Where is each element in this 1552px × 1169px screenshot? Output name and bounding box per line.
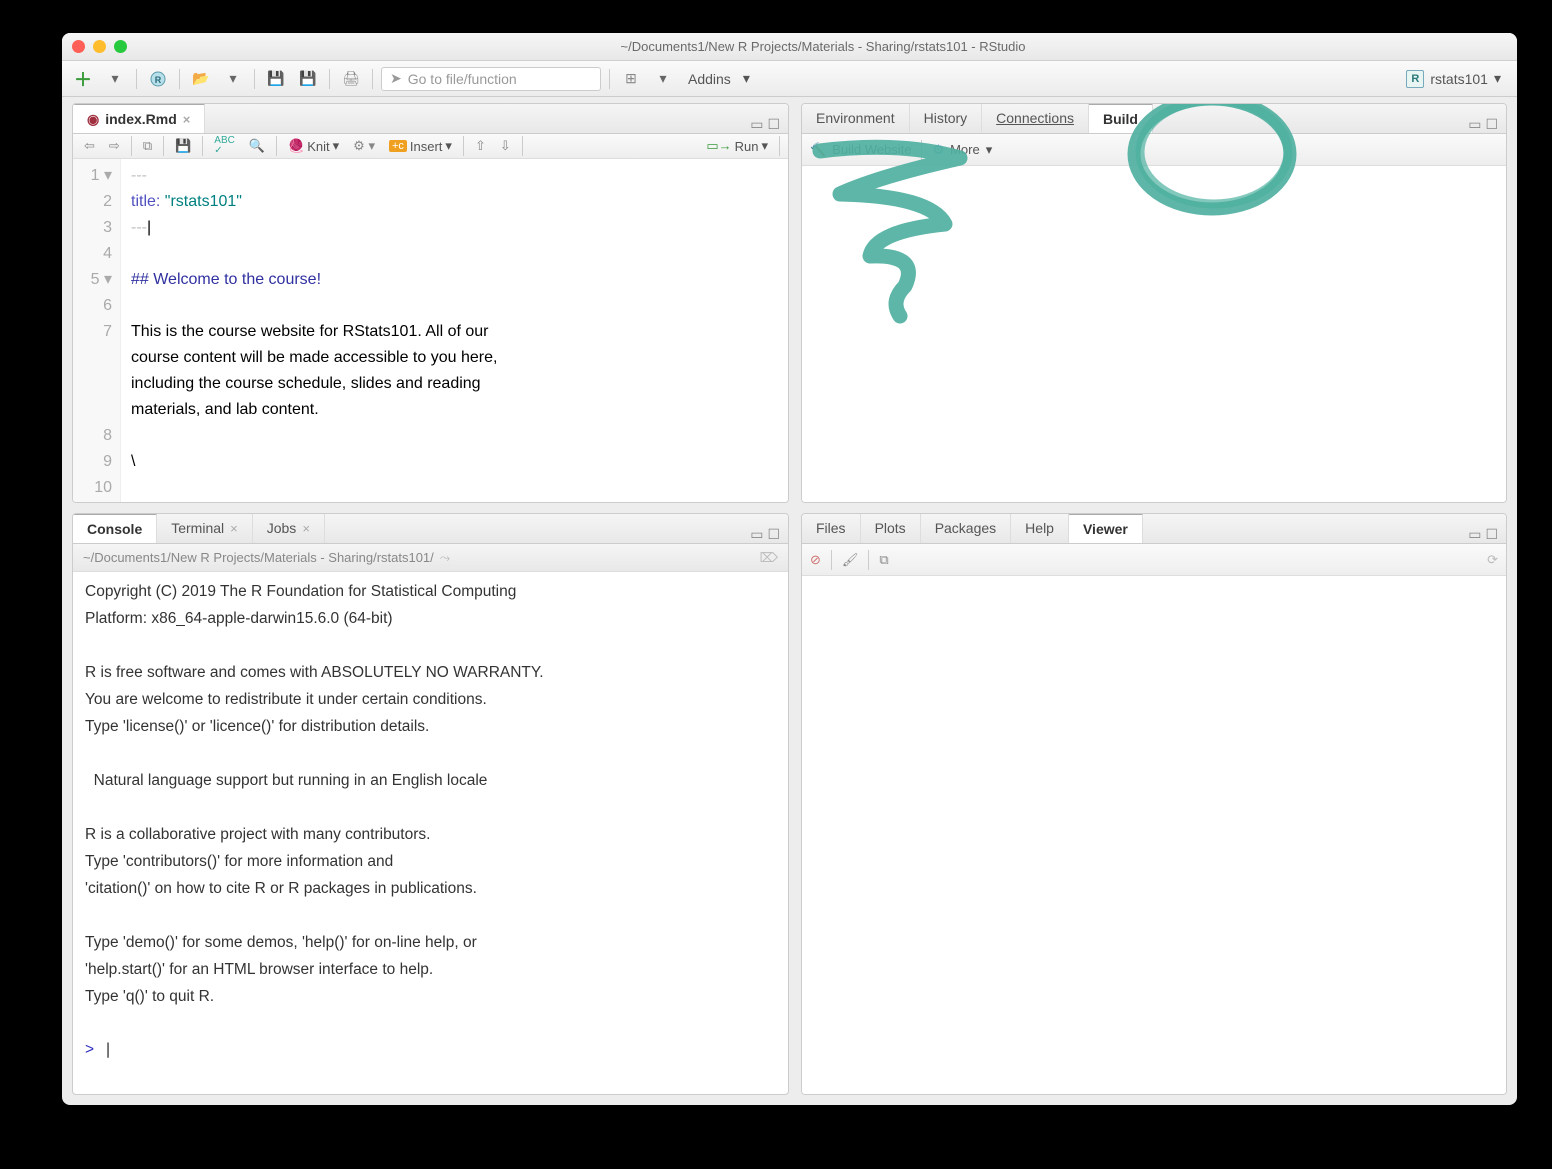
console-path-bar: ~/Documents1/New R Projects/Materials - …	[73, 544, 788, 572]
environment-pane: Environment History Connections Build ▭ …	[801, 103, 1507, 503]
open-file-button[interactable]: 📂	[188, 67, 214, 91]
tab-build[interactable]: Build	[1089, 103, 1153, 133]
go-up-button[interactable]: ⇧	[470, 136, 491, 156]
console-prompt: >	[85, 1041, 94, 1058]
goto-arrow-icon: ➤	[390, 70, 402, 87]
project-label: rstats101	[1430, 71, 1488, 87]
go-down-button[interactable]: ⇩	[495, 136, 516, 156]
viewer-toolbar: ⊘ 🖌 ⧉ ⟳	[802, 544, 1506, 576]
goto-file-function-input[interactable]: ➤ Go to file/function	[381, 67, 601, 91]
titlebar: ~/Documents1/New R Projects/Materials - …	[62, 33, 1517, 61]
grid-dropdown[interactable]: ▾	[650, 67, 676, 91]
tab-viewer[interactable]: Viewer	[1069, 513, 1143, 543]
minimize-pane-icon[interactable]: ▭	[750, 526, 763, 543]
tab-history[interactable]: History	[910, 103, 983, 133]
close-window-icon[interactable]	[72, 40, 85, 53]
brush-icon[interactable]: 🖌	[842, 552, 859, 568]
viewer-tabs: Files Plots Packages Help Viewer ▭ ☐	[802, 514, 1506, 544]
code-editor[interactable]: 1 ▾2345 ▾67 8910 --- title: "rstats101" …	[73, 159, 788, 503]
build-output-area	[802, 166, 1506, 502]
tab-connections[interactable]: Connections	[982, 103, 1089, 133]
tab-plots[interactable]: Plots	[861, 513, 921, 543]
svg-text:R: R	[155, 75, 162, 85]
window-title: ~/Documents1/New R Projects/Materials - …	[139, 39, 1507, 54]
maximize-pane-icon[interactable]: ☐	[1485, 116, 1498, 133]
build-website-button[interactable]: 🔨 Build Website	[810, 142, 911, 158]
insert-button[interactable]: +c Insert ▾	[384, 136, 457, 156]
tab-jobs[interactable]: Jobs ×	[253, 513, 325, 543]
forward-button[interactable]: ⇨	[104, 136, 125, 156]
source-tabs: ◉ index.Rmd × ▭ ☐	[73, 104, 788, 134]
popout-icon[interactable]: ⧉	[879, 552, 888, 568]
main-toolbar: ＋ ▾ R 📂 ▾ 💾 💾 🖨 ➤ Go to file/function ⊞ …	[62, 61, 1517, 97]
viewer-content	[802, 576, 1506, 1094]
hammer-icon: 🔨	[810, 142, 826, 158]
print-button[interactable]: 🖨	[338, 67, 364, 91]
spellcheck-button[interactable]: ABC✓	[209, 134, 240, 158]
zoom-window-icon[interactable]	[114, 40, 127, 53]
addins-menu[interactable]: Addins	[682, 71, 737, 87]
gear-icon: ⚙	[932, 142, 944, 158]
new-file-dropdown[interactable]: ▾	[102, 67, 128, 91]
remove-viewer-icon[interactable]: ⊘	[810, 552, 821, 568]
clear-console-icon[interactable]: ⌦	[760, 550, 778, 566]
open-recent-dropdown[interactable]: ▾	[220, 67, 246, 91]
maximize-pane-icon[interactable]: ☐	[767, 116, 780, 133]
source-text[interactable]: --- title: "rstats101" ---| ## Welcome t…	[121, 159, 788, 503]
console-tabs: Console Terminal × Jobs × ▭ ☐	[73, 514, 788, 544]
traffic-lights	[72, 40, 127, 53]
tab-help[interactable]: Help	[1011, 513, 1069, 543]
save-file-button[interactable]: 💾	[170, 136, 196, 156]
project-dropdown-icon: ▾	[1494, 70, 1501, 87]
run-button[interactable]: ▭→ Run ▾	[701, 136, 773, 156]
minimize-pane-icon[interactable]: ▭	[750, 116, 763, 133]
addins-dropdown-icon[interactable]: ▾	[743, 70, 750, 87]
tab-environment[interactable]: Environment	[802, 103, 910, 133]
source-file-tab[interactable]: ◉ index.Rmd ×	[73, 103, 205, 133]
grid-view-button[interactable]: ⊞	[618, 67, 644, 91]
tab-terminal[interactable]: Terminal ×	[157, 513, 253, 543]
save-all-button[interactable]: 💾	[295, 67, 321, 91]
save-button[interactable]: 💾	[263, 67, 289, 91]
panes-container: ◉ index.Rmd × ▭ ☐ ⇦ ⇨ ⧉ 💾	[62, 97, 1517, 1105]
close-tab-icon[interactable]: ×	[183, 112, 191, 127]
console-pane: Console Terminal × Jobs × ▭ ☐ ~/Document…	[72, 513, 789, 1095]
tab-packages[interactable]: Packages	[921, 513, 1011, 543]
console-working-dir: ~/Documents1/New R Projects/Materials - …	[83, 550, 434, 565]
minimize-pane-icon[interactable]: ▭	[1468, 116, 1481, 133]
new-file-button[interactable]: ＋	[70, 67, 96, 91]
console-output[interactable]: Copyright (C) 2019 The R Foundation for …	[73, 572, 788, 1094]
show-in-new-window-button[interactable]: ⧉	[138, 136, 157, 156]
back-button[interactable]: ⇦	[79, 136, 100, 156]
find-button[interactable]: 🔍	[244, 136, 270, 156]
maximize-pane-icon[interactable]: ☐	[1485, 526, 1498, 543]
source-pane: ◉ index.Rmd × ▭ ☐ ⇦ ⇨ ⧉ 💾	[72, 103, 789, 503]
refresh-icon[interactable]: ⟳	[1487, 552, 1498, 568]
project-menu[interactable]: R rstats101 ▾	[1398, 70, 1509, 88]
settings-button[interactable]: ⚙ ▾	[348, 136, 380, 156]
viewer-pane: Files Plots Packages Help Viewer ▭ ☐ ⊘ 🖌…	[801, 513, 1507, 1095]
more-menu[interactable]: ⚙ More ▾	[932, 142, 992, 158]
wd-arrow-icon[interactable]: ⤳	[440, 550, 450, 566]
new-project-button[interactable]: R	[145, 67, 171, 91]
env-tabs: Environment History Connections Build ▭ …	[802, 104, 1506, 134]
knit-button[interactable]: 🧶 Knit ▾	[283, 136, 344, 156]
source-filename: index.Rmd	[105, 111, 177, 127]
minimize-pane-icon[interactable]: ▭	[1468, 526, 1481, 543]
goto-placeholder: Go to file/function	[408, 71, 517, 87]
rstudio-window: ~/Documents1/New R Projects/Materials - …	[62, 33, 1517, 1105]
maximize-pane-icon[interactable]: ☐	[767, 526, 780, 543]
line-gutter: 1 ▾2345 ▾67 8910	[73, 159, 121, 503]
build-toolbar: 🔨 Build Website ⚙ More ▾	[802, 134, 1506, 166]
rmd-file-icon: ◉	[87, 111, 99, 128]
minimize-window-icon[interactable]	[93, 40, 106, 53]
tab-files[interactable]: Files	[802, 513, 861, 543]
r-project-icon: R	[1406, 70, 1424, 88]
editor-toolbar: ⇦ ⇨ ⧉ 💾 ABC✓ 🔍 🧶 Knit ▾ ⚙ ▾ +c Insert ▾ …	[73, 134, 788, 159]
tab-console[interactable]: Console	[73, 513, 157, 543]
